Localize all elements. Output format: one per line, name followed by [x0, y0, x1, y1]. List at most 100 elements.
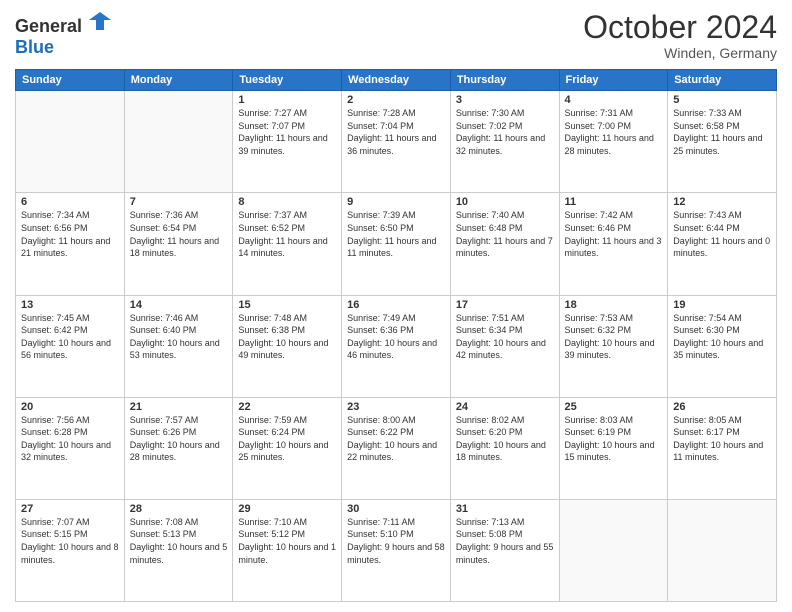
day-header-thursday: Thursday	[450, 70, 559, 91]
day-number: 31	[456, 503, 554, 515]
calendar-cell: 10Sunrise: 7:40 AMSunset: 6:48 PMDayligh…	[450, 193, 559, 295]
day-info: Sunrise: 8:00 AMSunset: 6:22 PMDaylight:…	[347, 414, 445, 464]
logo-bird-icon	[89, 10, 111, 32]
day-info: Sunrise: 7:59 AMSunset: 6:24 PMDaylight:…	[238, 414, 336, 464]
calendar-cell: 12Sunrise: 7:43 AMSunset: 6:44 PMDayligh…	[668, 193, 777, 295]
day-info: Sunrise: 7:33 AMSunset: 6:58 PMDaylight:…	[673, 107, 771, 157]
calendar-cell: 29Sunrise: 7:10 AMSunset: 5:12 PMDayligh…	[233, 499, 342, 601]
day-info: Sunrise: 7:13 AMSunset: 5:08 PMDaylight:…	[456, 516, 554, 566]
header-row: SundayMondayTuesdayWednesdayThursdayFrid…	[16, 70, 777, 91]
day-number: 6	[21, 196, 119, 208]
day-header-friday: Friday	[559, 70, 668, 91]
day-number: 27	[21, 503, 119, 515]
day-number: 23	[347, 401, 445, 413]
day-info: Sunrise: 7:45 AMSunset: 6:42 PMDaylight:…	[21, 312, 119, 362]
day-number: 13	[21, 299, 119, 311]
day-number: 29	[238, 503, 336, 515]
calendar-cell: 25Sunrise: 8:03 AMSunset: 6:19 PMDayligh…	[559, 397, 668, 499]
day-number: 22	[238, 401, 336, 413]
day-number: 5	[673, 94, 771, 106]
day-number: 14	[130, 299, 228, 311]
day-info: Sunrise: 7:46 AMSunset: 6:40 PMDaylight:…	[130, 312, 228, 362]
day-number: 4	[565, 94, 663, 106]
page: General Blue October 2024 Winden, German…	[0, 0, 792, 612]
day-info: Sunrise: 8:02 AMSunset: 6:20 PMDaylight:…	[456, 414, 554, 464]
day-info: Sunrise: 7:07 AMSunset: 5:15 PMDaylight:…	[21, 516, 119, 566]
day-info: Sunrise: 7:31 AMSunset: 7:00 PMDaylight:…	[565, 107, 663, 157]
day-info: Sunrise: 7:37 AMSunset: 6:52 PMDaylight:…	[238, 209, 336, 259]
day-info: Sunrise: 7:08 AMSunset: 5:13 PMDaylight:…	[130, 516, 228, 566]
calendar-cell: 27Sunrise: 7:07 AMSunset: 5:15 PMDayligh…	[16, 499, 125, 601]
calendar-table: SundayMondayTuesdayWednesdayThursdayFrid…	[15, 69, 777, 602]
day-info: Sunrise: 7:56 AMSunset: 6:28 PMDaylight:…	[21, 414, 119, 464]
day-info: Sunrise: 7:51 AMSunset: 6:34 PMDaylight:…	[456, 312, 554, 362]
day-number: 9	[347, 196, 445, 208]
day-number: 17	[456, 299, 554, 311]
day-number: 24	[456, 401, 554, 413]
calendar-cell: 13Sunrise: 7:45 AMSunset: 6:42 PMDayligh…	[16, 295, 125, 397]
week-row-4: 20Sunrise: 7:56 AMSunset: 6:28 PMDayligh…	[16, 397, 777, 499]
day-info: Sunrise: 7:43 AMSunset: 6:44 PMDaylight:…	[673, 209, 771, 259]
week-row-2: 6Sunrise: 7:34 AMSunset: 6:56 PMDaylight…	[16, 193, 777, 295]
day-number: 8	[238, 196, 336, 208]
day-number: 16	[347, 299, 445, 311]
calendar-cell	[124, 91, 233, 193]
calendar-cell: 5Sunrise: 7:33 AMSunset: 6:58 PMDaylight…	[668, 91, 777, 193]
day-info: Sunrise: 7:28 AMSunset: 7:04 PMDaylight:…	[347, 107, 445, 157]
day-number: 2	[347, 94, 445, 106]
calendar-cell	[16, 91, 125, 193]
day-info: Sunrise: 7:27 AMSunset: 7:07 PMDaylight:…	[238, 107, 336, 157]
calendar-cell: 14Sunrise: 7:46 AMSunset: 6:40 PMDayligh…	[124, 295, 233, 397]
month-title: October 2024	[583, 10, 777, 45]
calendar-cell: 9Sunrise: 7:39 AMSunset: 6:50 PMDaylight…	[342, 193, 451, 295]
day-number: 1	[238, 94, 336, 106]
calendar-cell: 4Sunrise: 7:31 AMSunset: 7:00 PMDaylight…	[559, 91, 668, 193]
calendar-cell	[559, 499, 668, 601]
location-title: Winden, Germany	[583, 45, 777, 61]
calendar-cell: 1Sunrise: 7:27 AMSunset: 7:07 PMDaylight…	[233, 91, 342, 193]
day-info: Sunrise: 7:40 AMSunset: 6:48 PMDaylight:…	[456, 209, 554, 259]
day-number: 21	[130, 401, 228, 413]
day-info: Sunrise: 7:49 AMSunset: 6:36 PMDaylight:…	[347, 312, 445, 362]
calendar-cell: 28Sunrise: 7:08 AMSunset: 5:13 PMDayligh…	[124, 499, 233, 601]
day-number: 19	[673, 299, 771, 311]
day-info: Sunrise: 7:57 AMSunset: 6:26 PMDaylight:…	[130, 414, 228, 464]
calendar-cell: 18Sunrise: 7:53 AMSunset: 6:32 PMDayligh…	[559, 295, 668, 397]
calendar-cell	[668, 499, 777, 601]
calendar-cell: 17Sunrise: 7:51 AMSunset: 6:34 PMDayligh…	[450, 295, 559, 397]
calendar-cell: 20Sunrise: 7:56 AMSunset: 6:28 PMDayligh…	[16, 397, 125, 499]
day-header-wednesday: Wednesday	[342, 70, 451, 91]
calendar-cell: 23Sunrise: 8:00 AMSunset: 6:22 PMDayligh…	[342, 397, 451, 499]
day-info: Sunrise: 7:11 AMSunset: 5:10 PMDaylight:…	[347, 516, 445, 566]
day-info: Sunrise: 7:48 AMSunset: 6:38 PMDaylight:…	[238, 312, 336, 362]
day-info: Sunrise: 7:39 AMSunset: 6:50 PMDaylight:…	[347, 209, 445, 259]
calendar-cell: 15Sunrise: 7:48 AMSunset: 6:38 PMDayligh…	[233, 295, 342, 397]
calendar-cell: 30Sunrise: 7:11 AMSunset: 5:10 PMDayligh…	[342, 499, 451, 601]
calendar-cell: 24Sunrise: 8:02 AMSunset: 6:20 PMDayligh…	[450, 397, 559, 499]
day-info: Sunrise: 7:36 AMSunset: 6:54 PMDaylight:…	[130, 209, 228, 259]
calendar-cell: 22Sunrise: 7:59 AMSunset: 6:24 PMDayligh…	[233, 397, 342, 499]
day-number: 7	[130, 196, 228, 208]
day-number: 28	[130, 503, 228, 515]
day-number: 11	[565, 196, 663, 208]
day-header-saturday: Saturday	[668, 70, 777, 91]
calendar-cell: 2Sunrise: 7:28 AMSunset: 7:04 PMDaylight…	[342, 91, 451, 193]
day-info: Sunrise: 7:53 AMSunset: 6:32 PMDaylight:…	[565, 312, 663, 362]
week-row-5: 27Sunrise: 7:07 AMSunset: 5:15 PMDayligh…	[16, 499, 777, 601]
logo-blue: Blue	[15, 37, 54, 57]
day-info: Sunrise: 7:10 AMSunset: 5:12 PMDaylight:…	[238, 516, 336, 566]
day-header-sunday: Sunday	[16, 70, 125, 91]
day-number: 18	[565, 299, 663, 311]
day-info: Sunrise: 7:42 AMSunset: 6:46 PMDaylight:…	[565, 209, 663, 259]
calendar-cell: 8Sunrise: 7:37 AMSunset: 6:52 PMDaylight…	[233, 193, 342, 295]
day-number: 3	[456, 94, 554, 106]
day-info: Sunrise: 8:03 AMSunset: 6:19 PMDaylight:…	[565, 414, 663, 464]
day-info: Sunrise: 8:05 AMSunset: 6:17 PMDaylight:…	[673, 414, 771, 464]
calendar-cell: 19Sunrise: 7:54 AMSunset: 6:30 PMDayligh…	[668, 295, 777, 397]
calendar-cell: 21Sunrise: 7:57 AMSunset: 6:26 PMDayligh…	[124, 397, 233, 499]
week-row-3: 13Sunrise: 7:45 AMSunset: 6:42 PMDayligh…	[16, 295, 777, 397]
calendar-cell: 6Sunrise: 7:34 AMSunset: 6:56 PMDaylight…	[16, 193, 125, 295]
calendar-cell: 31Sunrise: 7:13 AMSunset: 5:08 PMDayligh…	[450, 499, 559, 601]
logo-text: General Blue	[15, 10, 111, 58]
calendar-cell: 11Sunrise: 7:42 AMSunset: 6:46 PMDayligh…	[559, 193, 668, 295]
